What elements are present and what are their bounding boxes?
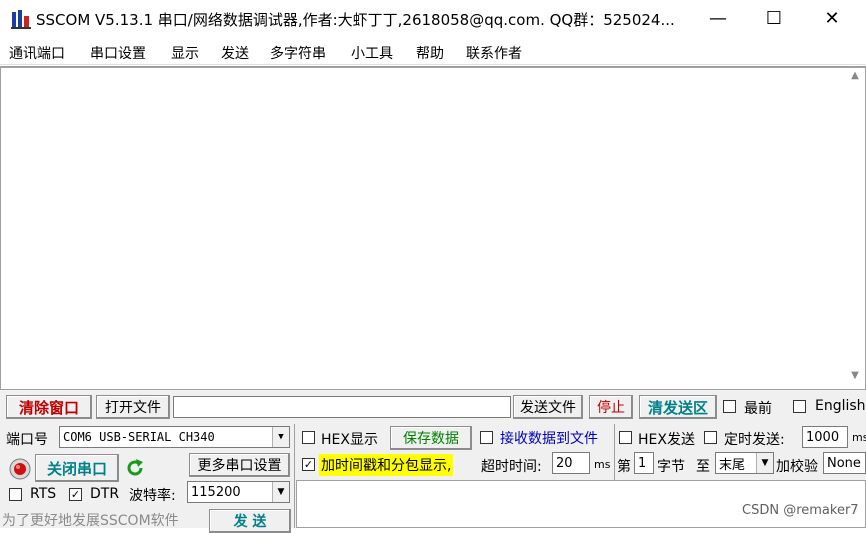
promo-text: 为了更好地发展SSCOM软件 xyxy=(2,513,179,529)
hex-send-checkbox[interactable] xyxy=(619,431,632,444)
clear-window-button[interactable]: 清除窗口 xyxy=(6,395,92,419)
timeout-label: 超时时间: xyxy=(481,459,542,475)
byte-prefix-label: 第 xyxy=(617,459,631,475)
title-bar: SSCOM V5.13.1 串口/网络数据调试器,作者:大虾丁丁,2618058… xyxy=(0,0,866,37)
english-label: English xyxy=(815,398,866,414)
control-panel: 清除窗口 打开文件 发送文件 停止 清发送区 最前 English 端口号 CO… xyxy=(0,390,866,533)
menu-serial-settings[interactable]: 串口设置 xyxy=(90,43,146,63)
hex-display-label: HEX显示 xyxy=(321,432,378,448)
more-port-settings-button[interactable]: 更多串口设置 xyxy=(189,453,290,477)
chevron-down-icon: ▼ xyxy=(756,453,773,473)
scroll-up-icon[interactable]: ▲ xyxy=(845,70,865,86)
close-port-button[interactable]: 关闭串口 xyxy=(35,454,119,482)
timed-send-checkbox[interactable] xyxy=(704,431,717,444)
timed-unit-label: ms xyxy=(852,431,866,444)
chevron-down-icon: ▼ xyxy=(272,482,289,502)
timed-interval-input[interactable]: 1000 xyxy=(802,426,848,448)
maximize-button[interactable]: ☐ xyxy=(750,0,798,37)
english-checkbox[interactable] xyxy=(793,400,806,413)
dtr-label: DTR xyxy=(90,486,120,502)
baud-select-value: 115200 xyxy=(191,484,241,500)
hex-display-checkbox[interactable] xyxy=(302,431,315,444)
send-file-button[interactable]: 发送文件 xyxy=(513,395,583,419)
receive-to-file-checkbox[interactable] xyxy=(480,431,493,444)
checksum-label: 加校验 xyxy=(776,459,818,475)
clear-send-button[interactable]: 清发送区 xyxy=(639,395,717,419)
topmost-label: 最前 xyxy=(744,401,772,417)
check-icon: ✓ xyxy=(303,458,314,471)
menu-send[interactable]: 发送 xyxy=(221,43,249,63)
open-file-button[interactable]: 打开文件 xyxy=(96,395,170,419)
watermark-text: CSDN @remaker7 xyxy=(742,503,859,518)
receive-to-file-label: 接收数据到文件 xyxy=(500,431,598,447)
window-title: SSCOM V5.13.1 串口/网络数据调试器,作者:大虾丁丁,2618058… xyxy=(36,11,675,29)
check-icon: ✓ xyxy=(70,488,81,501)
byte-index-input[interactable]: 1 xyxy=(634,452,654,474)
vertical-scrollbar[interactable]: ▲ ▼ xyxy=(845,68,865,388)
menu-contact-author[interactable]: 联系作者 xyxy=(466,43,522,63)
stop-button[interactable]: 停止 xyxy=(589,395,633,419)
menu-help[interactable]: 帮助 xyxy=(416,43,444,63)
baud-select[interactable]: 115200 ▼ xyxy=(187,481,290,503)
end-position-select[interactable]: 末尾 ▼ xyxy=(715,452,774,474)
app-icon xyxy=(11,10,31,29)
save-data-button[interactable]: 保存数据 xyxy=(390,426,472,450)
file-path-input[interactable] xyxy=(173,396,511,418)
minimize-button[interactable]: — xyxy=(694,0,742,37)
baud-label: 波特率: xyxy=(129,488,176,504)
menu-multi-string[interactable]: 多字符串 xyxy=(270,43,326,63)
byte-label: 字节 xyxy=(657,459,685,475)
send-button[interactable]: 发 送 xyxy=(209,509,291,533)
checksum-select[interactable]: None xyxy=(823,452,866,474)
rts-checkbox[interactable] xyxy=(9,488,22,501)
port-status-indicator-icon xyxy=(9,458,31,480)
port-select-value: COM6 USB-SERIAL CH340 xyxy=(63,430,215,444)
chevron-down-icon: ▼ xyxy=(272,427,289,447)
menu-bar: 通讯端口 串口设置 显示 发送 多字符串 小工具 帮助 联系作者 xyxy=(0,37,866,65)
menu-tools[interactable]: 小工具 xyxy=(351,43,393,63)
port-select[interactable]: COM6 USB-SERIAL CH340 ▼ xyxy=(59,426,290,448)
menu-comm-port[interactable]: 通讯端口 xyxy=(9,43,65,63)
close-button[interactable]: ✕ xyxy=(808,0,856,37)
port-label: 端口号 xyxy=(6,432,48,448)
timestamp-checkbox[interactable]: ✓ xyxy=(302,458,315,471)
section-divider xyxy=(294,424,295,528)
end-position-value: 末尾 xyxy=(719,457,746,473)
timeout-unit-label: ms xyxy=(594,458,611,471)
timeout-input[interactable]: 20 xyxy=(552,452,590,474)
rts-label: RTS xyxy=(30,486,57,502)
refresh-icon[interactable] xyxy=(123,456,147,480)
section-divider xyxy=(614,424,615,480)
hex-send-label: HEX发送 xyxy=(638,432,695,448)
menu-display[interactable]: 显示 xyxy=(171,43,199,63)
scroll-down-icon[interactable]: ▼ xyxy=(845,370,865,386)
timestamp-label: 加时间戳和分包显示, xyxy=(319,454,454,476)
timed-send-label: 定时发送: xyxy=(724,432,785,448)
to-label: 至 xyxy=(696,459,710,475)
receive-area[interactable]: ▲ ▼ xyxy=(0,66,866,390)
dtr-checkbox[interactable]: ✓ xyxy=(69,488,82,501)
topmost-checkbox[interactable] xyxy=(723,400,736,413)
